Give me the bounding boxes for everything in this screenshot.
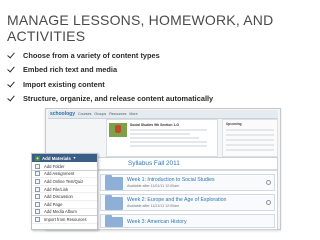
nav-item-more[interactable]: More bbox=[129, 112, 137, 116]
menu-item-add-page[interactable]: Add Page bbox=[32, 201, 97, 209]
week-availability: Available after 11/21/11 12:00am bbox=[127, 204, 180, 208]
menu-item-add-media-album[interactable]: Add Media Album bbox=[32, 209, 97, 217]
course-info bbox=[130, 129, 216, 149]
menu-item-add-test-quiz[interactable]: Add Online Test/Quiz bbox=[32, 178, 97, 186]
discussion-icon bbox=[35, 194, 40, 200]
nav-item-resources[interactable]: Resources bbox=[109, 112, 126, 116]
media-album-icon bbox=[35, 209, 40, 215]
gear-icon[interactable] bbox=[266, 180, 271, 185]
week-folder[interactable]: Week 3: American History bbox=[100, 214, 275, 228]
week-availability: Available after 11/01/11 12:00am bbox=[127, 184, 180, 188]
bullet-item: Choose from a variety of content types bbox=[7, 50, 317, 61]
menu-item-import-resources[interactable]: Import from Resources bbox=[32, 216, 97, 224]
menu-item-add-assignment[interactable]: Add Assignment bbox=[32, 171, 97, 179]
checkmark-icon bbox=[7, 65, 16, 74]
app-header: schoology Courses Groups Resources More bbox=[48, 110, 278, 119]
add-materials-label: Add Materials bbox=[42, 155, 71, 161]
menu-item-add-file-link[interactable]: Add File/Link bbox=[32, 186, 97, 194]
folder-icon bbox=[105, 215, 123, 227]
add-materials-button[interactable]: + Add Materials ▼ bbox=[32, 154, 97, 162]
app-logo: schoology bbox=[50, 111, 76, 117]
week-title[interactable]: Week 2: Europe and the Age of Exploratio… bbox=[127, 197, 226, 203]
bullet-item: Import existing content bbox=[7, 79, 317, 90]
menu-item-add-folder[interactable]: Add Folder bbox=[32, 163, 97, 171]
checkmark-icon bbox=[7, 94, 16, 103]
syllabus-folder-panel: Syllabus Fall 2011 Week 1: Introduction … bbox=[97, 157, 278, 230]
week-folder[interactable]: Week 1: Introduction to Social Studies A… bbox=[100, 174, 275, 191]
folder-icon bbox=[105, 195, 123, 210]
menu-item-label: Add Media Album bbox=[44, 209, 77, 215]
upcoming-panel: Upcoming bbox=[222, 119, 278, 157]
plus-icon: + bbox=[35, 155, 40, 161]
menu-item-label: Add File/Link bbox=[44, 186, 69, 192]
checkmark-icon bbox=[7, 80, 16, 89]
course-title[interactable]: Social Studies 9th Section 1-G bbox=[130, 123, 179, 127]
course-image bbox=[109, 123, 127, 137]
week-folder[interactable]: Week 2: Europe and the Age of Exploratio… bbox=[100, 194, 275, 211]
upcoming-row[interactable] bbox=[226, 139, 274, 141]
quiz-icon bbox=[35, 178, 40, 184]
assignment-icon bbox=[35, 171, 40, 177]
import-icon bbox=[35, 216, 40, 222]
menu-item-label: Add Folder bbox=[44, 163, 65, 169]
menu-item-add-discussion[interactable]: Add Discussion bbox=[32, 193, 97, 201]
checkmark-icon bbox=[7, 51, 16, 60]
bullet-item: Embed rich text and media bbox=[7, 64, 317, 75]
upcoming-row[interactable] bbox=[226, 149, 274, 151]
week-title[interactable]: Week 3: American History bbox=[127, 219, 187, 225]
file-icon bbox=[35, 186, 40, 192]
bullet-item: Structure, organize, and release content… bbox=[7, 93, 317, 104]
menu-item-label: Add Discussion bbox=[44, 194, 73, 200]
menu-item-label: Add Assignment bbox=[44, 171, 75, 177]
syllabus-title[interactable]: Syllabus Fall 2011 bbox=[128, 160, 180, 167]
divider bbox=[98, 169, 277, 171]
upcoming-title: Upcoming bbox=[226, 122, 242, 126]
nav-item-groups[interactable]: Groups bbox=[94, 112, 106, 116]
bullet-text: Import existing content bbox=[23, 79, 105, 89]
chevron-down-icon: ▼ bbox=[72, 156, 77, 160]
page-icon bbox=[35, 201, 40, 207]
menu-item-label: Add Page bbox=[44, 201, 63, 207]
app-nav: Courses Groups Resources More bbox=[78, 112, 138, 116]
bullet-list: Choose from a variety of content types E… bbox=[7, 50, 317, 108]
bullet-text: Embed rich text and media bbox=[23, 65, 118, 75]
bullet-text: Choose from a variety of content types bbox=[23, 51, 160, 60]
add-materials-menu: + Add Materials ▼ Add Folder Add Assignm… bbox=[31, 153, 98, 230]
upcoming-row[interactable] bbox=[226, 134, 274, 136]
menu-item-label: Import from Resources bbox=[44, 216, 87, 222]
slide-title: MANAGE LESSONS, HOMEWORK, AND ACTIVITIES bbox=[7, 12, 274, 44]
menu-item-label: Add Online Test/Quiz bbox=[44, 178, 84, 184]
nav-item-courses[interactable]: Courses bbox=[78, 112, 91, 116]
gear-icon[interactable] bbox=[266, 200, 271, 205]
upcoming-row[interactable] bbox=[226, 129, 274, 131]
menu-list: Add Folder Add Assignment Add Online Tes… bbox=[32, 163, 97, 224]
week-title[interactable]: Week 1: Introduction to Social Studies bbox=[127, 177, 215, 183]
folder-icon bbox=[35, 163, 40, 169]
upcoming-row[interactable] bbox=[226, 144, 274, 146]
folder-icon bbox=[105, 175, 123, 190]
bullet-text: Structure, organize, and release content… bbox=[23, 94, 214, 104]
course-header-panel: Social Studies 9th Section 1-G bbox=[106, 119, 218, 157]
